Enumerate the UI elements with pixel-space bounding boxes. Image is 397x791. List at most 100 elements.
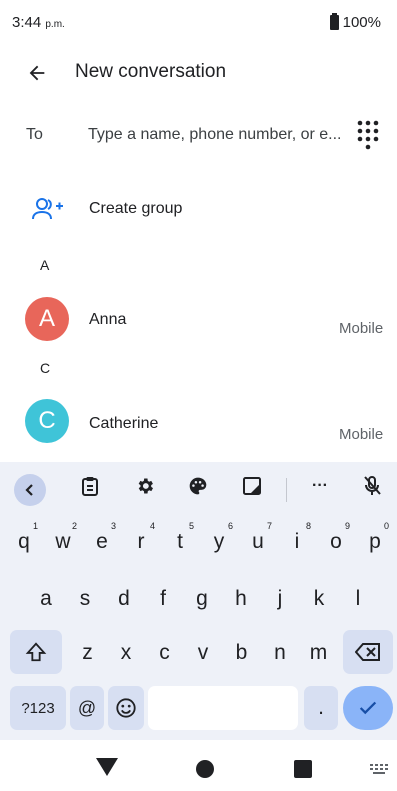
key-label: b <box>235 641 248 664</box>
key-label: v <box>197 641 209 664</box>
voice-input-off-button[interactable] <box>360 474 384 498</box>
key-number-hint: 0 <box>383 521 389 531</box>
key-number-hint: 2 <box>71 521 77 531</box>
emoji-key[interactable] <box>108 686 144 730</box>
recipient-input[interactable] <box>88 118 344 152</box>
key-b[interactable]: b <box>224 630 259 676</box>
battery-indicator: 100% <box>329 13 381 31</box>
key-number-hint: 4 <box>149 521 155 531</box>
shift-key[interactable] <box>10 630 62 674</box>
key-c[interactable]: c <box>147 630 182 676</box>
key-label: s <box>79 587 91 610</box>
key-u[interactable]: u7 <box>240 519 276 565</box>
battery-percent: 100% <box>342 14 381 31</box>
create-group-label: Create group <box>89 200 183 217</box>
clipboard-button[interactable] <box>78 474 102 498</box>
at-key[interactable]: @ <box>70 686 104 730</box>
key-label: u <box>252 530 264 553</box>
nav-recents-button[interactable] <box>294 760 312 778</box>
create-group-row[interactable]: Create group <box>0 190 397 232</box>
key-label: f <box>160 587 166 610</box>
key-label: r <box>137 530 145 553</box>
key-i[interactable]: i8 <box>279 519 315 565</box>
contact-name: Catherine <box>89 415 159 432</box>
key-z[interactable]: z <box>70 630 105 676</box>
key-label: o <box>330 530 342 553</box>
battery-icon <box>329 13 339 30</box>
nav-home-button[interactable] <box>196 760 214 778</box>
period-key[interactable]: . <box>304 686 338 730</box>
key-l[interactable]: l <box>340 576 376 622</box>
key-number-hint: 3 <box>110 521 116 531</box>
backspace-icon <box>355 643 380 661</box>
avatar: A <box>25 297 69 341</box>
to-label: To <box>26 126 43 143</box>
settings-button[interactable] <box>133 474 157 498</box>
key-label: k <box>313 587 325 610</box>
more-options-button[interactable]: ··· <box>308 474 332 498</box>
key-label: p <box>369 530 381 553</box>
mic-off-icon <box>364 476 381 495</box>
key-v[interactable]: v <box>186 630 221 676</box>
section-header-a: A <box>40 257 50 273</box>
key-label: t <box>177 530 183 553</box>
clipboard-icon <box>82 477 98 496</box>
back-button[interactable] <box>18 58 54 88</box>
key-number-hint: 9 <box>344 521 350 531</box>
dialpad-button[interactable] <box>357 120 385 150</box>
key-x[interactable]: x <box>109 630 144 676</box>
key-y[interactable]: y6 <box>201 519 237 565</box>
gear-icon <box>138 478 153 494</box>
key-n[interactable]: n <box>263 630 298 676</box>
key-number-hint: 1 <box>32 521 38 531</box>
contact-catherine[interactable]: C Catherine Mobile <box>0 393 397 453</box>
key-f[interactable]: f <box>145 576 181 622</box>
checkmark-icon <box>359 701 377 715</box>
key-s[interactable]: s <box>67 576 103 622</box>
floating-keyboard-button[interactable] <box>240 474 264 498</box>
theme-button[interactable] <box>186 474 210 498</box>
symbols-key[interactable]: ?123 <box>10 686 66 730</box>
key-label: z <box>82 641 93 664</box>
key-h[interactable]: h <box>223 576 259 622</box>
key-d[interactable]: d <box>106 576 142 622</box>
enter-key[interactable] <box>343 686 393 730</box>
avatar: C <box>25 399 69 443</box>
key-label: g <box>196 587 208 610</box>
keyboard-switch-button[interactable] <box>370 763 388 781</box>
section-header-c: C <box>40 360 51 376</box>
key-g[interactable]: g <box>184 576 220 622</box>
key-label: e <box>96 530 108 553</box>
key-k[interactable]: k <box>301 576 337 622</box>
key-o[interactable]: o9 <box>318 519 354 565</box>
key-e[interactable]: e3 <box>84 519 120 565</box>
key-label: l <box>355 587 361 610</box>
key-label: w <box>55 530 71 553</box>
contact-phone-type: Mobile <box>339 320 384 337</box>
key-label: n <box>274 641 286 664</box>
resize-keyboard-icon <box>243 477 261 495</box>
space-key[interactable] <box>148 686 298 730</box>
key-r[interactable]: r4 <box>123 519 159 565</box>
contact-phone-type: Mobile <box>339 426 384 443</box>
key-label: y <box>213 530 225 553</box>
nav-back-button[interactable] <box>96 758 118 781</box>
chevron-left-icon <box>25 484 33 496</box>
contact-anna[interactable]: A Anna Mobile <box>0 290 397 350</box>
key-j[interactable]: j <box>262 576 298 622</box>
backspace-key[interactable] <box>343 630 393 674</box>
collapse-keyboard-button[interactable] <box>14 474 46 506</box>
key-label: j <box>277 587 283 610</box>
key-m[interactable]: m <box>301 630 336 676</box>
key-label: h <box>235 587 247 610</box>
key-w[interactable]: w2 <box>45 519 81 565</box>
palette-icon <box>189 477 207 495</box>
key-label: x <box>120 641 132 664</box>
key-label: i <box>294 530 300 553</box>
key-number-hint: 7 <box>266 521 272 531</box>
key-p[interactable]: p0 <box>357 519 393 565</box>
key-t[interactable]: t5 <box>162 519 198 565</box>
key-a[interactable]: a <box>28 576 64 622</box>
key-q[interactable]: q1 <box>6 519 42 565</box>
emoji-icon <box>116 698 136 718</box>
